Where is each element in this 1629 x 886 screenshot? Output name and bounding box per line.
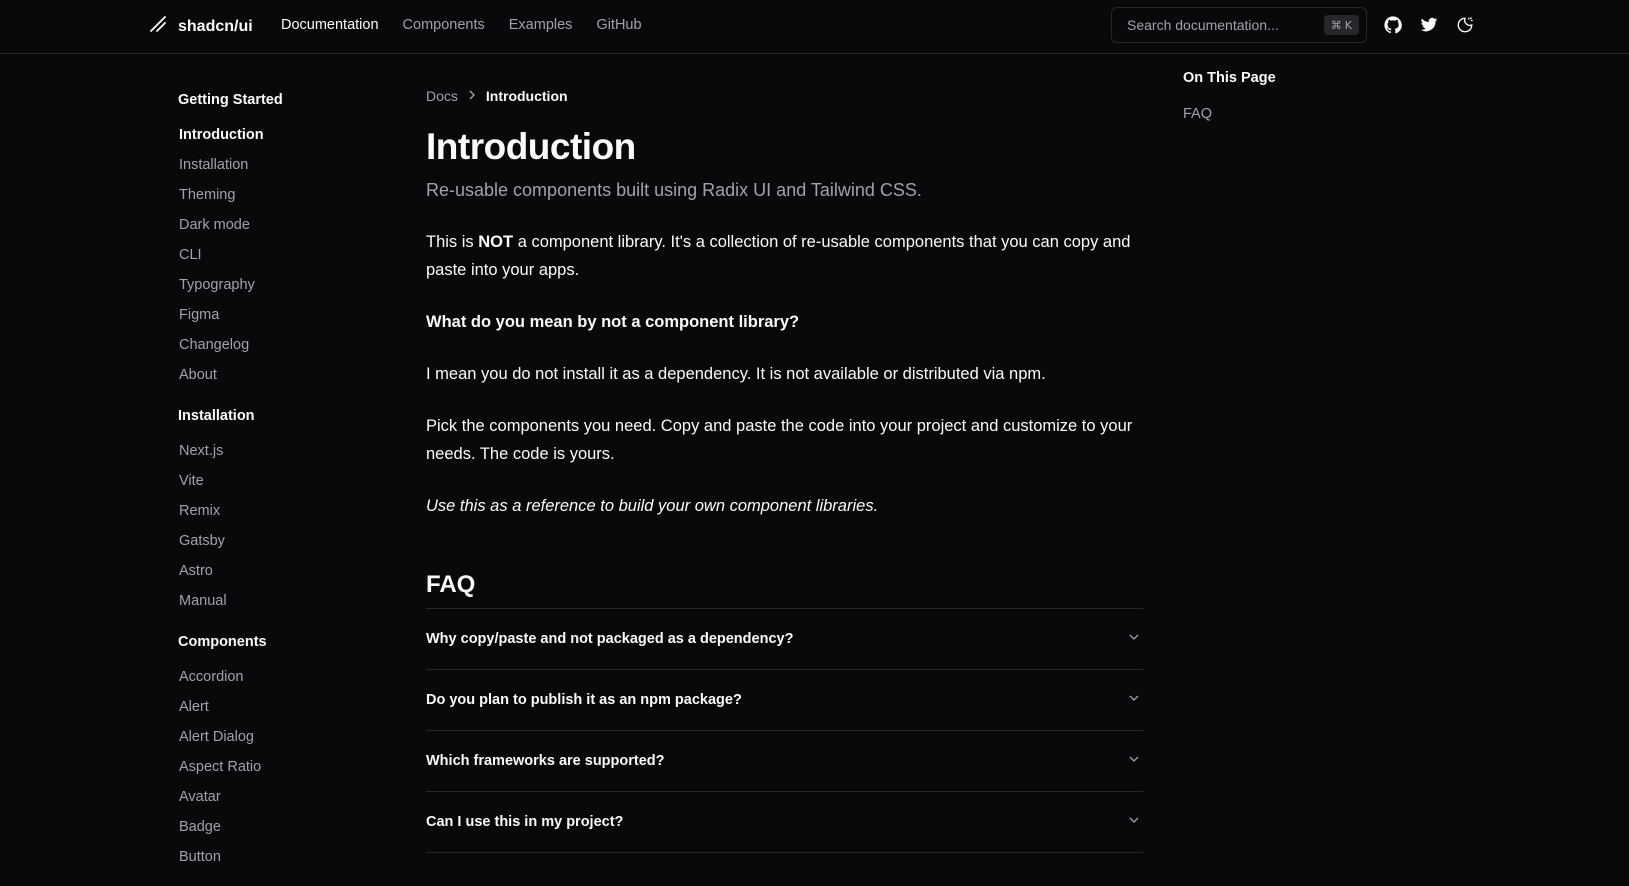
sidebar-item-manual[interactable]: Manual (178, 586, 378, 616)
breadcrumb-current: Introduction (485, 88, 568, 104)
page-title: Introduction (426, 126, 636, 167)
header-icons (1383, 13, 1475, 37)
chevron-right-icon (466, 88, 478, 104)
main-content: Docs Introduction Introduction Re-usable… (426, 84, 1143, 853)
intro-paragraph: This is NOT a component library. It's a … (426, 228, 1143, 284)
breadcrumb: Docs Introduction (426, 84, 1143, 108)
github-icon[interactable] (1383, 13, 1403, 37)
faq-item-use-in-project[interactable]: Can I use this in my project? (426, 792, 1143, 853)
sidebar-item-astro[interactable]: Astro (178, 556, 378, 586)
nav-documentation[interactable]: Documentation (281, 17, 379, 33)
sidebar-item-vite[interactable]: Vite (178, 466, 378, 496)
sidebar-heading: Components (178, 634, 267, 650)
sidebar-item-cli[interactable]: CLI (178, 240, 378, 270)
toc-item-faq[interactable]: FAQ (1183, 106, 1403, 122)
nav-components[interactable]: Components (403, 17, 485, 33)
nav-examples[interactable]: Examples (509, 17, 573, 33)
faq-question: Do you plan to publish it as an npm pack… (426, 692, 742, 708)
sidebar-group-getting-started: Getting Started Introduction Installatio… (178, 88, 378, 390)
sidebar-item-badge[interactable]: Badge (178, 812, 378, 842)
sidebar-item-changelog[interactable]: Changelog (178, 330, 378, 360)
top-navbar: shadcn/ui Documentation Components Examp… (0, 0, 1629, 54)
faq-question: Why copy/paste and not packaged as a dep… (426, 631, 794, 647)
logo-icon (148, 14, 168, 39)
search-shortcut: ⌘ K (1323, 15, 1359, 35)
faq-item-npm-package[interactable]: Do you plan to publish it as an npm pack… (426, 670, 1143, 731)
search-placeholder: Search documentation... (1127, 17, 1279, 33)
faq-heading: FAQ (426, 571, 476, 598)
chevron-down-icon (1127, 752, 1143, 770)
brand-name: shadcn/ui (178, 17, 253, 35)
sidebar-heading: Installation (178, 408, 255, 424)
faq-question: Can I use this in my project? (426, 814, 624, 830)
sidebar-item-dark-mode[interactable]: Dark mode (178, 210, 378, 240)
toc-heading: On This Page (1183, 70, 1276, 86)
command-key-icon: ⌘ (1330, 18, 1342, 32)
sidebar-item-gatsby[interactable]: Gatsby (178, 526, 378, 556)
faq-question: Which frameworks are supported? (426, 753, 665, 769)
answer-paragraph-1: I mean you do not install it as a depend… (426, 365, 1046, 383)
faq-item-copy-paste[interactable]: Why copy/paste and not packaged as a dep… (426, 609, 1143, 670)
faq-accordion: Why copy/paste and not packaged as a dep… (426, 608, 1143, 853)
intro-emphasis: NOT (478, 233, 514, 251)
theme-toggle-icon[interactable] (1455, 13, 1475, 37)
sidebar-item-button[interactable]: Button (178, 842, 378, 872)
sidebar-group-installation: Installation Next.js Vite Remix Gatsby A… (178, 404, 378, 616)
sidebar-item-about[interactable]: About (178, 360, 378, 390)
faq-item-frameworks[interactable]: Which frameworks are supported? (426, 731, 1143, 792)
sidebar-group-components: Components Accordion Alert Alert Dialog … (178, 630, 378, 872)
table-of-contents: On This Page FAQ (1183, 70, 1403, 122)
sidebar-item-remix[interactable]: Remix (178, 496, 378, 526)
sidebar-item-aspect-ratio[interactable]: Aspect Ratio (178, 752, 378, 782)
chevron-down-icon (1127, 813, 1143, 831)
page-subtitle: Re-usable components built using Radix U… (426, 180, 922, 200)
sidebar-item-introduction[interactable]: Introduction (178, 120, 378, 150)
chevron-down-icon (1127, 691, 1143, 709)
nav-github[interactable]: GitHub (596, 17, 641, 33)
sidebar-heading: Getting Started (178, 92, 283, 108)
note-paragraph: Use this as a reference to build your ow… (426, 497, 879, 515)
chevron-down-icon (1127, 630, 1143, 648)
twitter-icon[interactable] (1419, 13, 1439, 37)
main-nav: Documentation Components Examples GitHub (281, 17, 642, 33)
sidebar-item-alert-dialog[interactable]: Alert Dialog (178, 722, 378, 752)
sidebar-item-installation[interactable]: Installation (178, 150, 378, 180)
breadcrumb-docs[interactable]: Docs (426, 88, 458, 104)
sidebar-item-alert[interactable]: Alert (178, 692, 378, 722)
sidebar-item-avatar[interactable]: Avatar (178, 782, 378, 812)
intro-text-start: This is (426, 233, 479, 251)
sidebar-item-nextjs[interactable]: Next.js (178, 436, 378, 466)
question-heading: What do you mean by not a component libr… (426, 313, 800, 331)
docs-sidebar: Getting Started Introduction Installatio… (178, 88, 378, 886)
sidebar-item-theming[interactable]: Theming (178, 180, 378, 210)
sidebar-item-accordion[interactable]: Accordion (178, 662, 378, 692)
sidebar-item-figma[interactable]: Figma (178, 300, 378, 330)
search-button[interactable]: Search documentation... ⌘ K (1111, 7, 1367, 43)
intro-text-end: a component library. It's a collection o… (426, 233, 1131, 279)
sidebar-item-typography[interactable]: Typography (178, 270, 378, 300)
brand-link[interactable]: shadcn/ui (148, 14, 253, 39)
shortcut-key: K (1344, 18, 1352, 32)
answer-paragraph-2: Pick the components you need. Copy and p… (426, 417, 1133, 463)
